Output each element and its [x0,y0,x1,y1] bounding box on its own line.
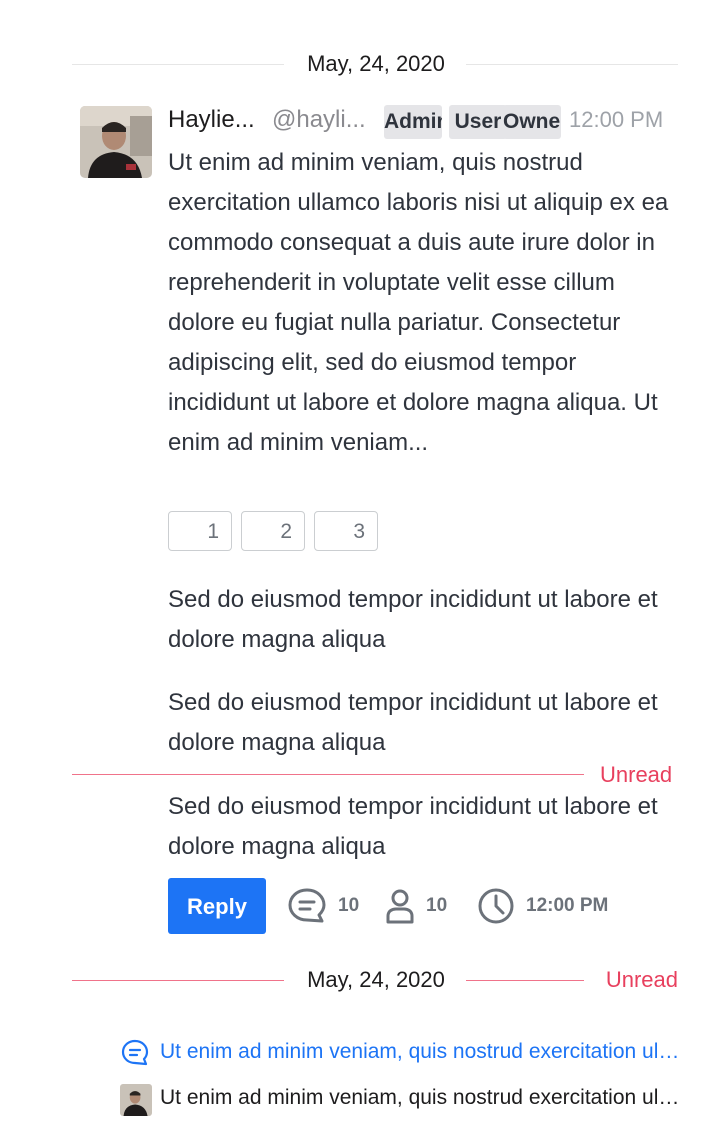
unread-label: Unread [600,762,673,787]
clock-icon [478,888,514,924]
last-reply[interactable]: Ut enim ad minim veniam, quis nostrud ex… [120,1084,680,1116]
reaction-count: 3 [353,520,365,543]
last-activity-metric: 12:00 PM [476,886,608,926]
user-icon [386,889,414,924]
replies-metric[interactable]: 10 [286,886,359,926]
thread-bubble-icon [288,888,326,923]
author-handle[interactable]: @hayli... [272,106,366,134]
message-header: Haylie... @hayli... Admin User Owner 12:… [168,104,678,139]
role-badge-user: User [449,105,507,139]
avatar [120,1084,152,1116]
unread-divider-line [72,774,584,775]
last-activity-time: 12:00 PM [526,895,609,916]
reaction-count: 1 [207,520,219,543]
date-divider: May, 24, 2020 [72,52,678,76]
follow-up-message: Sed do eiusmod tempor incididunt ut labo… [168,586,658,653]
unread-label: Unread [605,967,678,992]
role-badge-owner: Owner [503,105,561,139]
reply-button[interactable]: Reply [168,878,266,934]
thread-preview[interactable]: Ut enim ad minim veniam, quis nostrud ex… [120,1038,680,1066]
message-body: Ut enim ad minim veniam, quis nostrud ex… [168,149,669,456]
date-label: May, 24, 2020 [307,967,445,992]
avatar[interactable] [80,106,152,178]
author-name[interactable]: Haylie... [168,106,255,134]
thread-bubble-icon [121,1039,149,1066]
reaction-button[interactable]: 2 [241,511,305,551]
date-label: May, 24, 2020 [307,51,445,76]
avatar-image [120,1084,152,1116]
message-time: 12:00 PM [569,107,664,132]
reaction-button[interactable]: 3 [314,511,378,551]
reaction-count: 2 [280,520,292,543]
replies-count: 10 [338,895,360,916]
thread-preview-text: Ut enim ad minim veniam, quis nostrud ex… [160,1040,680,1063]
date-divider-unread: May, 24, 2020 Unread [72,968,678,992]
divider-line-right [466,980,584,981]
avatar-image [80,106,152,178]
divider-line-left [72,980,284,981]
role-badge-admin: Admin [384,105,442,139]
divider-line-left [72,64,284,65]
divider-line-right [466,64,678,65]
reaction-button[interactable]: 1 [168,511,232,551]
participants-metric[interactable]: 10 [384,886,447,926]
follow-up-message: Sed do eiusmod tempor incididunt ut labo… [168,689,658,756]
participants-count: 10 [426,895,448,916]
last-reply-text: Ut enim ad minim veniam, quis nostrud ex… [160,1086,680,1109]
follow-up-message: Sed do eiusmod tempor incididunt ut labo… [168,793,658,860]
